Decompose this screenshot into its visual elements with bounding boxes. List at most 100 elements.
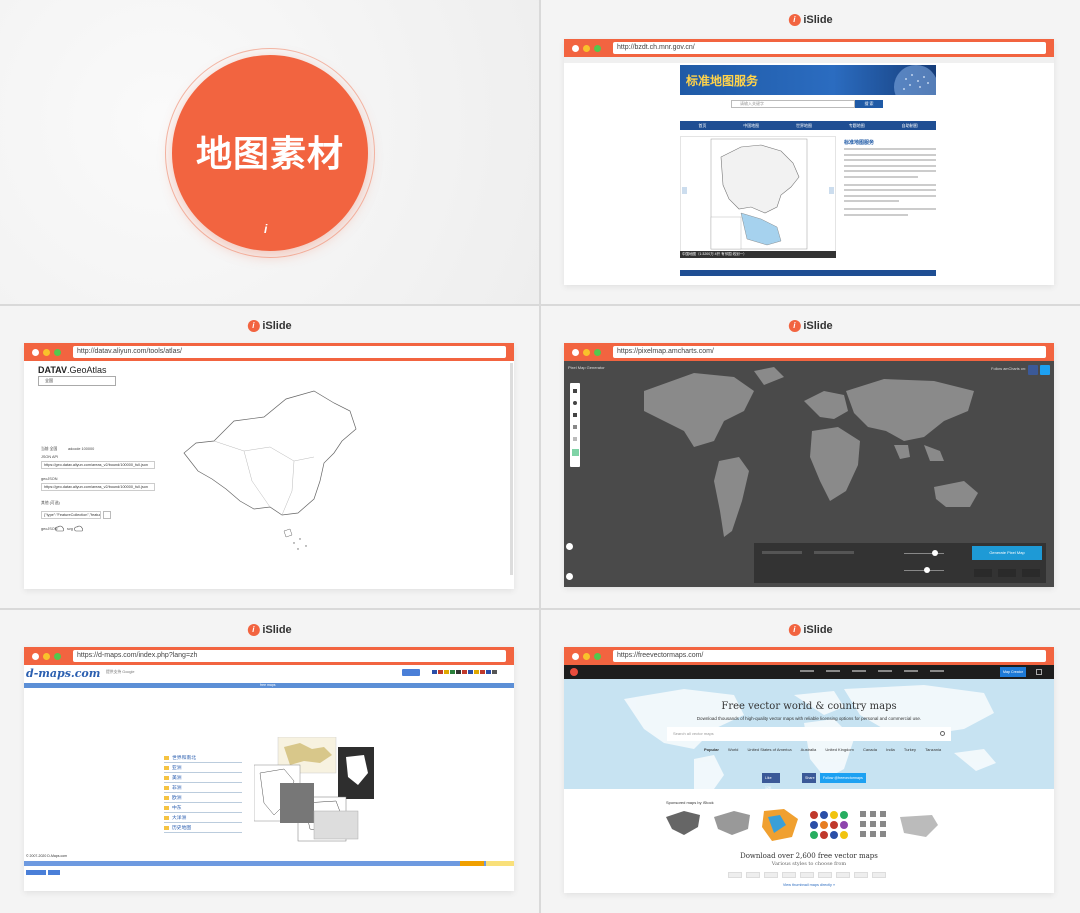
style-chip[interactable] [746,872,760,878]
style-chip[interactable] [872,872,886,878]
style-chip[interactable] [854,872,868,878]
search-button[interactable] [402,669,420,676]
popular-link[interactable]: Turkey [904,747,916,752]
popular-link[interactable]: World [728,747,738,752]
style-chip[interactable] [728,872,742,878]
popular-link[interactable]: Tanzania [925,747,941,752]
scrollbar[interactable] [510,363,513,575]
style-chip[interactable] [800,872,814,878]
zoom-out-icon[interactable] [566,573,573,580]
list-item[interactable]: 亚洲 [164,763,242,773]
china-map-image[interactable] [680,136,836,258]
footer-badge[interactable] [460,861,484,866]
search-icon[interactable] [940,731,945,736]
list-item[interactable]: 历史地图 [164,823,242,833]
like-button[interactable] [26,870,46,875]
copy-icon[interactable] [103,511,111,519]
more-maps-link[interactable]: View thumbnail maps directly » [564,883,1054,887]
pin-icon[interactable] [573,413,577,417]
nav-item[interactable]: 中国地图 [743,123,759,129]
list-item[interactable]: 欧洲 [164,793,242,803]
map-creator-button[interactable]: Map Creator [1000,667,1026,677]
map-thumbnails[interactable] [254,737,394,847]
region-search-input[interactable]: 全国 [38,376,116,386]
style-chip[interactable] [782,872,796,878]
popular-link[interactable]: United States of America [748,747,792,752]
hand-icon[interactable] [573,401,577,405]
flag-icon[interactable] [456,670,461,674]
share-button[interactable] [48,870,60,875]
close-dot-icon[interactable] [572,348,579,356]
cloud-download-icon[interactable] [74,525,84,533]
flag-icon[interactable] [474,670,479,674]
download-svg-button[interactable] [998,569,1016,577]
popular-link[interactable]: United Kingdom [825,747,853,752]
nav-item[interactable] [904,670,918,672]
prev-arrow-icon[interactable] [682,187,687,194]
minimize-dot-icon[interactable] [583,44,590,52]
size-slider[interactable] [904,553,944,554]
maximize-dot-icon[interactable] [594,652,601,660]
bounds-field[interactable]: {"type":"FeatureCollection","features":[ [41,511,101,519]
nav-item[interactable]: 自助制图 [902,123,918,129]
settings-dropdown[interactable] [762,551,802,554]
cloud-download-icon[interactable] [55,525,65,533]
address-bar[interactable]: https://pixelmap.amcharts.com/ [613,346,1046,358]
maximize-dot-icon[interactable] [594,44,601,52]
zoom-in-icon[interactable] [566,543,573,550]
search-input[interactable]: Search all vector maps [667,727,951,741]
nav-item[interactable] [800,670,814,672]
flag-icon[interactable] [438,670,443,674]
site-logo[interactable]: d-maps.com [26,667,100,680]
minimize-dot-icon[interactable] [583,348,590,356]
footer-badge[interactable] [486,861,514,866]
twitter-follow-button[interactable]: Follow @freevectormaps [820,773,866,783]
flag-icon[interactable] [450,670,455,674]
close-dot-icon[interactable] [572,44,579,52]
settings-dropdown[interactable] [814,551,854,554]
nav-item[interactable]: 专题地图 [849,123,865,129]
search-button[interactable]: 搜 索 [855,100,883,108]
nav-item[interactable]: 首页 [698,123,706,129]
google-search-label[interactable]: 提供支持 Google [106,670,135,675]
address-bar[interactable]: https://freevectormaps.com/ [613,650,1046,662]
list-item[interactable]: 大洋洲 [164,813,242,823]
nav-item[interactable]: 世界地图 [796,123,812,129]
cart-icon[interactable] [1036,669,1042,675]
list-item[interactable]: 非洲 [164,783,242,793]
nav-item[interactable] [852,670,866,672]
maximize-dot-icon[interactable] [54,652,61,660]
close-dot-icon[interactable] [572,652,579,660]
twitter-icon[interactable] [1040,365,1050,375]
maximize-dot-icon[interactable] [594,348,601,356]
nav-item[interactable] [878,670,892,672]
download-png-button[interactable] [974,569,992,577]
next-arrow-icon[interactable] [829,187,834,194]
flag-icon[interactable] [486,670,491,674]
json-api-field[interactable]: https://geo.datav.aliyun.com/areas_v2/bo… [41,461,155,469]
pencil-icon[interactable] [573,425,577,429]
close-dot-icon[interactable] [32,348,39,356]
color-swatch[interactable] [571,449,579,456]
facebook-like-button[interactable]: Like 12K [762,773,780,789]
style-chip[interactable] [818,872,832,878]
share-button[interactable]: Share [802,773,816,783]
minimize-dot-icon[interactable] [583,652,590,660]
china-outline-map[interactable] [174,381,374,551]
flag-icon[interactable] [492,670,497,674]
flag-icon[interactable] [462,670,467,674]
slider-handle[interactable] [924,567,930,573]
generate-pixel-map-button[interactable]: Generate Pixel Map [972,546,1042,560]
nav-item[interactable] [930,670,944,672]
world-pixel-map[interactable] [624,361,1004,551]
minimize-dot-icon[interactable] [43,652,50,660]
sponsored-map-thumbnails[interactable] [664,807,964,847]
list-item[interactable]: 中东 [164,803,242,813]
search-input[interactable]: 请输入关键字 [731,100,855,108]
list-item[interactable]: 美洲 [164,773,242,783]
slider-handle[interactable] [932,550,938,556]
address-bar[interactable]: http://datav.aliyun.com/tools/atlas/ [73,346,506,358]
maximize-dot-icon[interactable] [54,348,61,356]
facebook-icon[interactable] [1028,365,1038,375]
popular-link[interactable]: Canada [863,747,877,752]
